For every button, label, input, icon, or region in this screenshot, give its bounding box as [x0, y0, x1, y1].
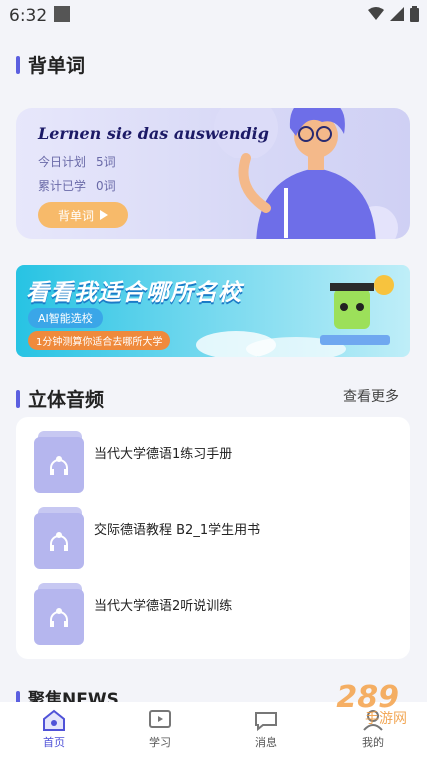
audio-thumbnail	[34, 583, 84, 645]
study-icon	[149, 710, 171, 728]
status-bar: 6:32	[0, 0, 427, 32]
audio-thumbnail	[34, 507, 84, 569]
list-item[interactable]: 交际德语教程 B2_1学生用书	[34, 507, 260, 569]
start-words-label: 背单词	[57, 208, 94, 223]
tab-study[interactable]: 学习	[130, 706, 190, 750]
tab-study-label: 学习	[149, 736, 171, 749]
ai-tag: AI智能选校	[28, 308, 103, 328]
plan-label: 今日计划	[38, 155, 87, 169]
watermark-text: 手游网	[365, 711, 407, 727]
tab-profile-label: 我的	[362, 736, 384, 749]
audio-thumbnail	[34, 431, 84, 493]
wifi-icon	[368, 7, 384, 20]
learned-row: 累计已学 0词	[38, 177, 116, 194]
battery-icon	[410, 6, 419, 22]
view-more-link[interactable]: 查看更多	[343, 386, 399, 406]
title-accent-bar	[16, 389, 20, 408]
audio-section-title: 立体音频	[16, 385, 104, 412]
teacher-illustration	[238, 108, 398, 239]
status-time: 6:32	[9, 6, 48, 26]
home-icon	[43, 709, 65, 731]
message-icon	[255, 712, 277, 732]
audio-item-name: 交际德语教程 B2_1学生用书	[94, 523, 261, 538]
list-item[interactable]: 当代大学德语1练习手册	[34, 431, 232, 493]
start-words-button[interactable]: 背单词	[38, 202, 128, 228]
learned-label: 累计已学	[38, 179, 87, 193]
title-accent-bar	[16, 55, 20, 74]
audio-item-name: 当代大学德语2听说训练	[94, 599, 233, 614]
words-section-title: 背单词	[16, 51, 85, 78]
tab-home[interactable]: 首页	[24, 706, 84, 750]
notification-icon	[54, 6, 70, 22]
signal-icon	[390, 7, 404, 21]
plan-value: 5词	[96, 155, 116, 169]
banner-subtitle: 1分钟测算你适合去哪所大学	[28, 331, 171, 350]
tab-messages-label: 消息	[255, 736, 277, 749]
status-icons	[368, 6, 419, 22]
tab-home-label: 首页	[43, 736, 65, 749]
headphones-icon	[50, 456, 68, 475]
mascot-illustration	[320, 275, 394, 345]
audio-title: 立体音频	[28, 389, 105, 411]
headphones-icon	[50, 532, 68, 551]
plan-row: 今日计划 5词	[38, 153, 116, 170]
audio-item-name: 当代大学德语1练习手册	[94, 447, 233, 462]
tab-messages[interactable]: 消息	[236, 706, 296, 750]
learned-value: 0词	[96, 179, 116, 193]
school-quiz-banner[interactable]: 看看我适合哪所名校 AI智能选校 1分钟测算你适合去哪所大学	[16, 265, 410, 357]
audio-list: 当代大学德语1练习手册 交际德语教程 B2_1学生用书 当代大学德语2听说训练	[16, 417, 410, 659]
play-arrow-icon	[100, 210, 108, 220]
list-item[interactable]: 当代大学德语2听说训练	[34, 583, 232, 645]
headphones-icon	[50, 608, 68, 627]
vocab-card[interactable]: Lernen sie das auswendig 今日计划 5词 累计已学 0词 背…	[16, 108, 410, 239]
words-title: 背单词	[28, 55, 86, 77]
banner-headline: 看看我适合哪所名校	[26, 280, 242, 306]
